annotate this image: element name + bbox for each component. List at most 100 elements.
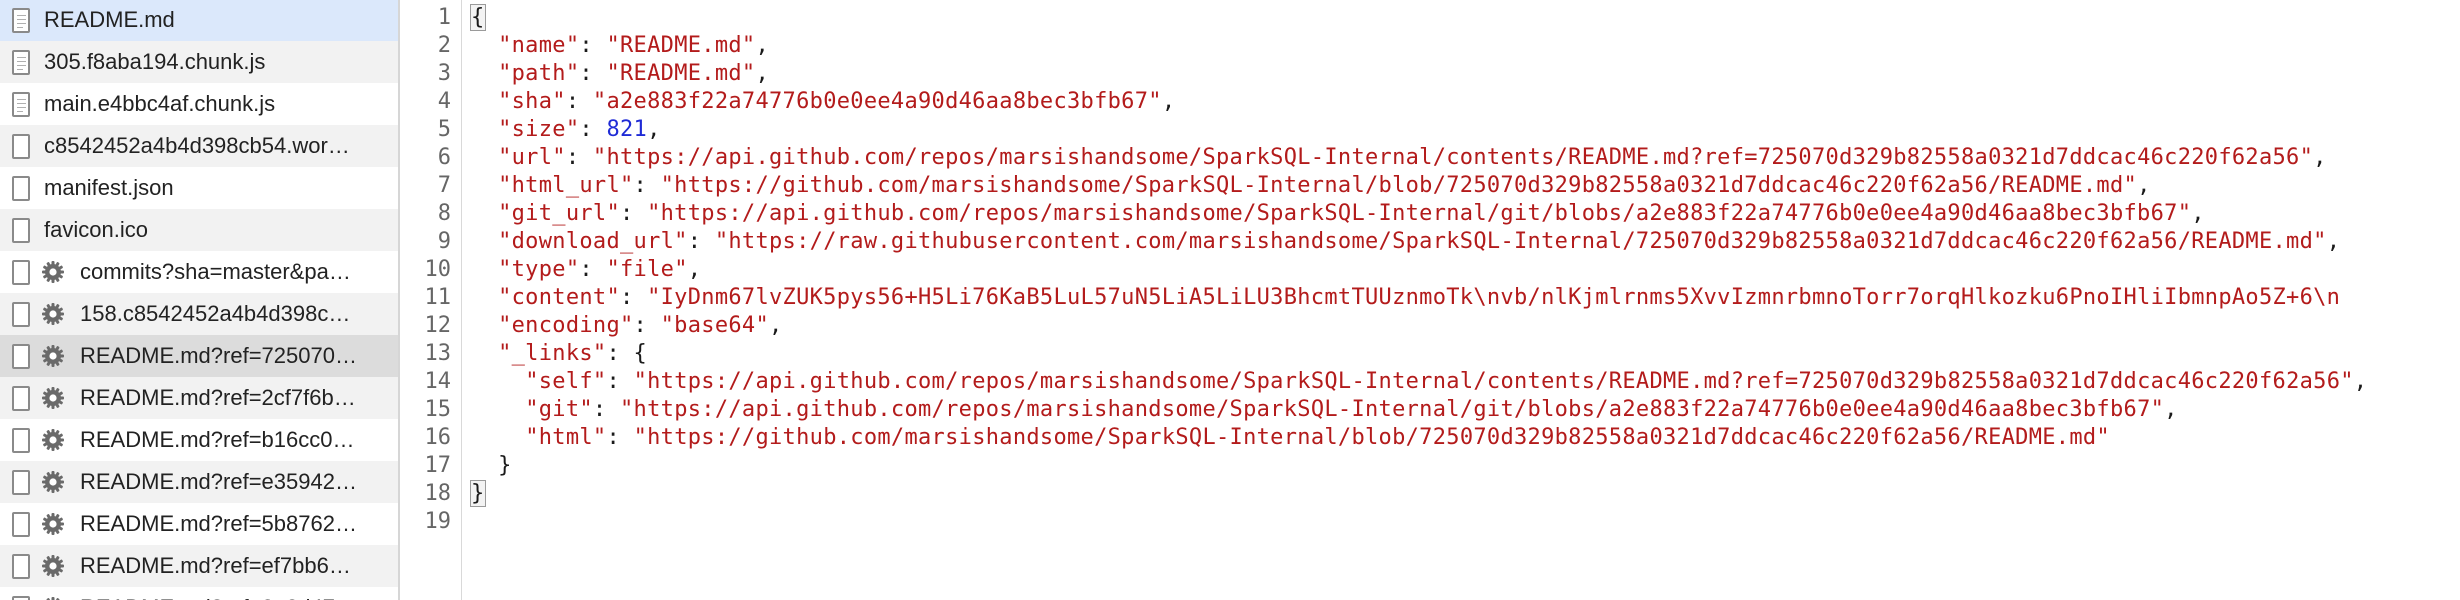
file-list-item[interactable]: commits?sha=master&pa… (0, 251, 398, 293)
file-name-label: README.md (44, 7, 175, 32)
blank-document-icon (12, 343, 30, 369)
line-number: 5 (437, 117, 451, 142)
line-number: 17 (424, 453, 452, 478)
code-line: "path": "README.md", (471, 60, 769, 88)
gear-icon (40, 427, 66, 453)
json-punctuation: , (647, 117, 661, 142)
blank-document-icon (12, 217, 30, 243)
json-key: "html" (525, 425, 607, 450)
json-punctuation: : (579, 61, 607, 86)
json-punctuation: : (565, 89, 593, 114)
gear-icon (40, 301, 66, 327)
json-punctuation (471, 229, 498, 254)
code-line: "git": "https://api.github.com/repos/mar… (471, 396, 2178, 424)
json-punctuation: : (606, 369, 634, 394)
blank-document-icon (12, 511, 30, 537)
file-name-label: commits?sha=master&pa… (80, 259, 351, 284)
json-punctuation (471, 257, 498, 282)
matched-brace: } (470, 480, 486, 507)
file-name-label: main.e4bbc4af.chunk.js (44, 91, 276, 116)
file-list-item[interactable]: 305.f8aba194.chunk.js (0, 41, 398, 83)
json-punctuation (471, 33, 498, 58)
json-punctuation: , (2313, 145, 2327, 170)
json-punctuation: : (633, 173, 661, 198)
blank-document-icon (12, 133, 30, 159)
line-number: 19 (424, 509, 452, 534)
line-number: 16 (424, 425, 452, 450)
json-punctuation: , (1161, 89, 1176, 114)
file-list-item[interactable]: README.md?ref=5b8762… (0, 503, 398, 545)
file-list-item[interactable]: README.md?ref=ef7bb6… (0, 545, 398, 587)
json-key: "_links" (498, 341, 607, 366)
json-string-value: "README.md" (606, 33, 756, 58)
json-string-value: "file" (606, 257, 688, 282)
json-punctuation: , (2326, 229, 2341, 254)
file-list-panel: README.md 305.f8aba194.chunk.js main.e4bbc… (0, 0, 398, 600)
code-line: "url": "https://api.github.com/repos/mar… (471, 144, 2327, 172)
file-list-item[interactable]: README.md?ref=725070… (0, 335, 398, 377)
file-name-label: manifest.json (44, 175, 174, 200)
json-string-value: "IyDnm67lvZUK5pys56+H5Li76KaB5LuL57uN5Li… (647, 285, 2341, 310)
json-punctuation: : (579, 117, 607, 142)
code-line: "html": "https://github.com/marsishandso… (471, 424, 2110, 452)
json-code-area[interactable]: { "name": "README.md", "path": "README.m… (470, 0, 2460, 600)
line-number: 12 (424, 313, 452, 338)
file-list-item[interactable]: README.md?ref=b16cc0… (0, 419, 398, 461)
json-punctuation: , (2191, 201, 2205, 226)
line-number-gutter: 1 2 3 4 5 6 7 8 9 10 11 12 13 14 15 16 17 18 19 (400, 0, 462, 600)
file-list-item[interactable]: README.md?ref=2cf7f6b… (0, 377, 398, 419)
json-punctuation (471, 61, 498, 86)
line-number: 10 (424, 257, 452, 282)
json-punctuation: , (2164, 397, 2178, 422)
line-number: 14 (424, 369, 452, 394)
blank-document-icon (12, 259, 30, 285)
json-punctuation: : (633, 313, 661, 338)
json-string-value: "a2e883f22a74776b0e0ee4a90d46aa8bec3bfb6… (592, 89, 1162, 114)
line-number: 18 (424, 481, 452, 506)
json-number-value: 821 (606, 117, 648, 142)
line-number: 1 (437, 5, 451, 30)
json-punctuation (471, 341, 498, 366)
file-name-label: c8542452a4b4d398cb54.wor… (44, 133, 350, 158)
file-list-item[interactable]: favicon.ico (0, 209, 398, 251)
gear-icon (40, 469, 66, 495)
file-list-item[interactable]: 158.c8542452a4b4d398c… (0, 293, 398, 335)
json-punctuation (471, 285, 498, 310)
json-string-value: "https://api.github.com/repos/marsishand… (620, 397, 2165, 422)
json-key: "download_url" (498, 229, 688, 254)
blank-document-icon (12, 427, 30, 453)
json-key: "path" (498, 61, 580, 86)
json-punctuation (471, 201, 498, 226)
file-list-item[interactable]: README.md?ref=e35942… (0, 461, 398, 503)
json-key: "sha" (498, 89, 566, 114)
code-line: "sha": "a2e883f22a74776b0e0ee4a90d46aa8b… (471, 88, 1175, 116)
json-punctuation: : (620, 201, 648, 226)
json-key: "git" (525, 397, 593, 422)
code-line: "self": "https://api.github.com/repos/ma… (471, 368, 2367, 396)
file-name-label: README.md?ref=2a3d47… (80, 595, 367, 600)
line-number: 3 (437, 61, 451, 86)
file-list-item[interactable]: README.md (0, 0, 398, 41)
json-punctuation: , (2353, 369, 2368, 394)
json-key: "git_url" (498, 201, 620, 226)
line-number: 2 (437, 33, 451, 58)
file-list-item[interactable]: c8542452a4b4d398cb54.wor… (0, 125, 398, 167)
file-list-item[interactable]: main.e4bbc4af.chunk.js (0, 83, 398, 125)
json-punctuation: : (565, 145, 593, 170)
line-number: 9 (437, 229, 451, 254)
file-list-item[interactable]: README.md?ref=2a3d47… (0, 587, 398, 600)
json-punctuation: , (2137, 173, 2151, 198)
json-punctuation (471, 369, 525, 394)
file-list-item[interactable]: manifest.json (0, 167, 398, 209)
json-punctuation: , (755, 33, 770, 58)
code-line: "name": "README.md", (471, 32, 769, 60)
json-string-value: "https://github.com/marsishandsome/Spark… (633, 425, 2110, 450)
json-key: "self" (525, 369, 607, 394)
file-name-label: README.md?ref=725070… (80, 343, 357, 368)
json-punctuation (471, 89, 498, 114)
json-punctuation (471, 117, 498, 142)
file-name-label: README.md?ref=2cf7f6b… (80, 385, 356, 410)
json-punctuation: : { (606, 341, 648, 366)
json-punctuation (471, 173, 498, 198)
document-icon (12, 91, 30, 117)
